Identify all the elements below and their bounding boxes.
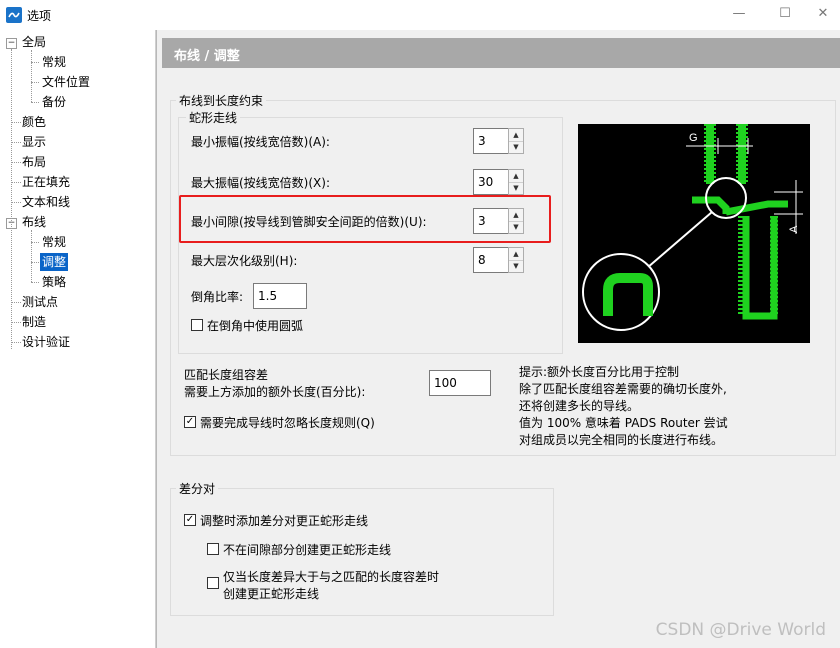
tree-line (31, 82, 39, 83)
tree-line (11, 162, 21, 163)
diff-only-label-line2: 创建更正蛇形走线 (223, 587, 320, 601)
length-constraints-title: 布线到长度约束 (176, 92, 267, 109)
max-level-label: 最大层次化级别(H): (191, 254, 298, 268)
tree-item-test-points[interactable]: 测试点 (22, 293, 58, 311)
hint-line: 还将创建多长的导线。 (519, 399, 640, 413)
a-dimension-label: A (788, 225, 800, 233)
tree-item-global[interactable]: 全局 (22, 33, 46, 51)
diff-no-gap-label: 不在间隙部分创建更正蛇形走线 (223, 543, 392, 557)
title-bar (0, 0, 840, 30)
use-arc-checkbox[interactable] (191, 319, 203, 331)
tree-line (31, 242, 39, 243)
tree-line (11, 342, 21, 343)
ignore-rule-checkbox[interactable]: ✓ (184, 416, 196, 428)
tree-item-routing[interactable]: 布线 (22, 213, 46, 231)
tree-item-design-verification[interactable]: 设计验证 (22, 333, 70, 351)
diff-only-label-line1: 仅当长度差异大于与之匹配的长度容差时 (223, 570, 440, 584)
close-button[interactable]: ✕ (808, 4, 838, 26)
tree-line (11, 122, 21, 123)
match-tolerance-title: 匹配长度组容差 (184, 368, 269, 382)
min-amplitude-input[interactable]: 3 (473, 128, 509, 154)
tree-line (11, 202, 21, 203)
diff-add-checkbox[interactable]: ✓ (184, 514, 196, 526)
tree-line (31, 282, 39, 283)
match-tolerance-input[interactable]: 100 (429, 370, 491, 396)
page-title: 布线 / 调整 (174, 49, 240, 64)
diff-no-gap-checkbox[interactable] (207, 543, 219, 555)
tree-item-backup[interactable]: 备份 (42, 93, 66, 111)
minimize-button[interactable]: — (724, 4, 754, 26)
tree-line (31, 50, 32, 102)
max-amplitude-spinner[interactable]: ▲ ▼ (508, 169, 524, 195)
diff-add-label: 调整时添加差分对更正蛇形走线 (200, 514, 369, 528)
chamfer-input[interactable]: 1.5 (253, 283, 307, 309)
hint-line: 提示:额外长度百分比用于控制 (519, 365, 680, 379)
window-title: 选项 (27, 9, 52, 23)
hint-line: 除了匹配长度组容差需要的确切长度外, (519, 382, 727, 396)
tree-line (31, 262, 39, 263)
maximize-button[interactable]: ☐ (770, 4, 800, 26)
options-tree: − − 全局 常规 文件位置 备份 颜色 显示 布局 正在填充 文本和线 布线 … (0, 30, 156, 648)
tree-item-colors[interactable]: 颜色 (22, 113, 46, 131)
tree-item-file-locations[interactable]: 文件位置 (42, 73, 90, 91)
collapse-icon[interactable]: − (6, 38, 17, 49)
diff-pair-title: 差分对 (176, 480, 219, 497)
max-level-spinner[interactable]: ▲ ▼ (508, 247, 524, 273)
serpentine-diagram: G A (578, 124, 810, 343)
page-header-bar (162, 38, 840, 68)
min-amplitude-spinner[interactable]: ▲ ▼ (508, 128, 524, 154)
match-tolerance-label: 需要上方添加的额外长度(百分比): (184, 385, 366, 399)
tree-line (31, 230, 32, 282)
ignore-rule-label: 需要完成导线时忽略长度规则(Q) (200, 416, 375, 430)
tree-line (11, 182, 21, 183)
tree-item-strategy[interactable]: 策略 (42, 273, 66, 291)
tree-line (31, 102, 39, 103)
tree-line (11, 142, 21, 143)
tree-item-general[interactable]: 常规 (42, 53, 66, 71)
tree-item-layout[interactable]: 布局 (22, 153, 46, 171)
min-gap-label: 最小间隙(按导线到管脚安全间距的倍数)(U): (191, 215, 427, 229)
tree-item-tuning[interactable]: 调整 (40, 253, 69, 271)
tree-line (31, 62, 39, 63)
tree-item-text-and-lines[interactable]: 文本和线 (22, 193, 70, 211)
use-arc-label: 在倒角中使用圆弧 (207, 319, 304, 333)
hint-line: 对组成员以完全相同的长度进行布线。 (519, 433, 724, 447)
tree-line (11, 49, 12, 349)
min-amplitude-label: 最小振幅(按线宽倍数)(A): (191, 135, 330, 149)
tree-item-routing-general[interactable]: 常规 (42, 233, 66, 251)
tree-line (11, 322, 21, 323)
watermark: CSDN @Drive World (655, 620, 826, 640)
max-level-input[interactable]: 8 (473, 247, 509, 273)
hint-line: 值为 100% 意味着 PADS Router 尝试 (519, 416, 728, 430)
tree-item-display[interactable]: 显示 (22, 133, 46, 151)
chamfer-label: 倒角比率: (191, 290, 244, 304)
tree-item-filling[interactable]: 正在填充 (22, 173, 70, 191)
min-gap-input[interactable]: 3 (473, 208, 509, 234)
g-dimension-label: G (689, 132, 698, 144)
min-gap-spinner[interactable]: ▲ ▼ (508, 208, 524, 234)
tree-item-fabrication[interactable]: 制造 (22, 313, 46, 331)
serpentine-title: 蛇形走线 (186, 109, 241, 126)
diff-only-checkbox[interactable] (207, 577, 219, 589)
tree-line (11, 302, 21, 303)
max-amplitude-input[interactable]: 30 (473, 169, 509, 195)
max-amplitude-label: 最大振幅(按线宽倍数)(X): (191, 176, 330, 190)
app-logo-icon (6, 7, 22, 23)
